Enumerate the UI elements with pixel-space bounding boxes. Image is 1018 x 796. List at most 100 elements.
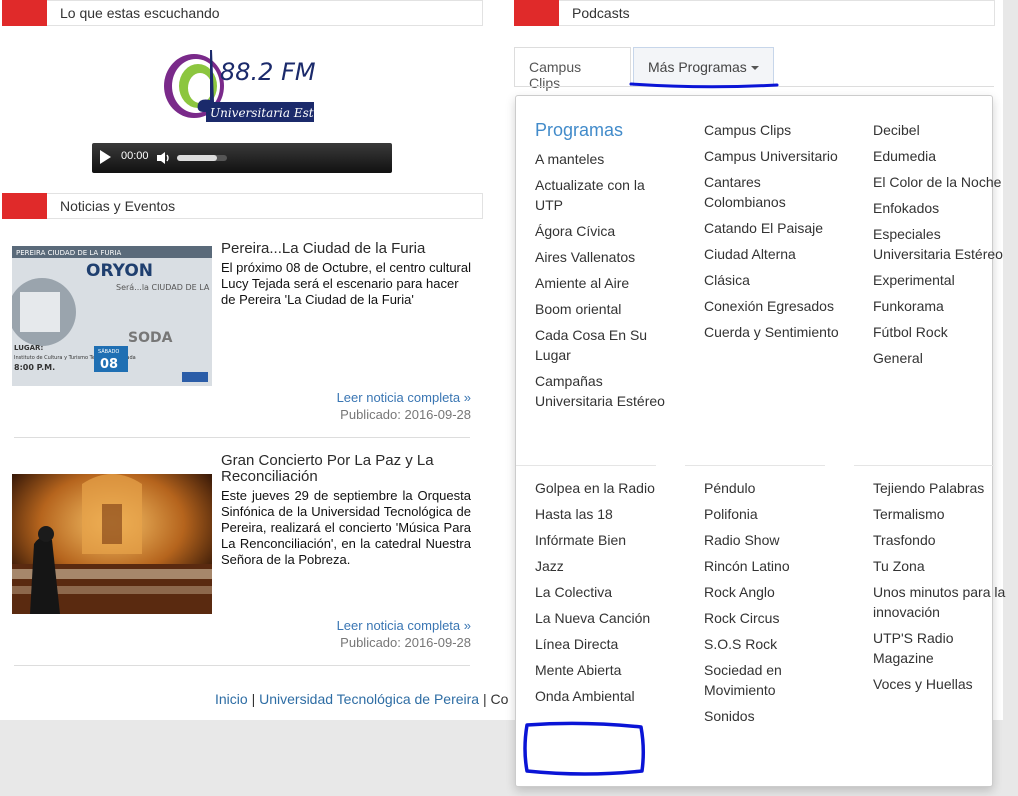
dropdown-item-highlighted[interactable]: Onda Ambiental — [535, 686, 675, 706]
poster-date: 08 — [100, 357, 118, 372]
poster-banner: PEREIRA CIUDAD DE LA FURIA — [16, 249, 122, 257]
player-time: 00:00 — [121, 150, 149, 162]
play-icon[interactable] — [100, 150, 111, 164]
dropdown-item[interactable]: Trasfondo — [873, 530, 1013, 550]
dropdown-item[interactable]: Sonidos — [704, 706, 844, 726]
dropdown-item[interactable]: Experimental — [873, 270, 1013, 290]
section-marker — [2, 0, 47, 26]
logo-frequency: 88.2 FM — [220, 58, 316, 86]
dropdown-item[interactable]: Unos minutos para la innovación — [873, 582, 1013, 622]
radio-logo: 88.2 FM Universitaria Estéreo — [164, 50, 320, 122]
dropdown-item[interactable]: Cuerda y Sentimiento — [704, 322, 844, 342]
dropdown-column-3-top: Decibel Edumedia El Color de la Noche En… — [873, 120, 1013, 374]
poster-band2: SODA — [128, 330, 173, 346]
dropdown-column-3-bottom: Tejiendo Palabras Termalismo Trasfondo T… — [873, 478, 1013, 700]
footer-links: Inicio | Universidad Tecnológica de Pere… — [215, 691, 515, 707]
dropdown-item[interactable]: Rock Anglo — [704, 582, 844, 602]
dropdown-item[interactable]: Edumedia — [873, 146, 1013, 166]
programs-dropdown: Programas A manteles Actualizate con la … — [515, 95, 1005, 787]
dropdown-divider — [685, 465, 825, 466]
poster-band: ORYON — [86, 261, 153, 281]
dropdown-item[interactable]: UTP'S Radio Magazine — [873, 628, 1013, 668]
audio-player: 00:00 — [92, 143, 392, 173]
dropdown-item[interactable]: Polifonia — [704, 504, 844, 524]
dropdown-item[interactable]: Clásica — [704, 270, 844, 290]
logo-subtitle: Universitaria Estéreo — [210, 106, 320, 120]
poster-day: SÁBADO — [98, 348, 119, 355]
dropdown-item[interactable]: Fútbol Rock — [873, 322, 1013, 342]
dropdown-item[interactable]: Campus Universitario — [704, 146, 844, 166]
dropdown-item[interactable]: Ágora Cívica — [535, 221, 675, 241]
dropdown-item[interactable]: Campañas Universitaria Estéreo — [535, 371, 675, 411]
dropdown-item[interactable]: Campus Clips — [704, 120, 844, 140]
dropdown-item[interactable]: Termalismo — [873, 504, 1013, 524]
news-divider — [14, 665, 470, 666]
dropdown-item[interactable]: Voces y Huellas — [873, 674, 1013, 694]
dropdown-item[interactable]: Catando El Paisaje — [704, 218, 844, 238]
dropdown-item[interactable]: Péndulo — [704, 478, 844, 498]
poster-lugar: LUGAR: — [14, 344, 43, 352]
footer-link-university[interactable]: Universidad Tecnológica de Pereira — [259, 691, 479, 707]
poster-tagline: Será...la CIUDAD DE LA FURIA — [116, 283, 212, 292]
dropdown-item[interactable]: Cantares Colombianos — [704, 172, 844, 212]
dropdown-item[interactable]: Mente Abierta — [535, 660, 675, 680]
news-image-concert[interactable] — [12, 474, 212, 614]
published-date: Publicado: 2016-09-28 — [340, 635, 471, 650]
section-header-news: Noticias y Eventos — [2, 193, 483, 219]
section-header-podcasts: Podcasts — [514, 0, 995, 26]
dropdown-column-2-bottom: Péndulo Polifonia Radio Show Rincón Lati… — [704, 478, 844, 732]
dropdown-item[interactable]: Radio Show — [704, 530, 844, 550]
footer-link-truncated[interactable]: Co — [491, 691, 509, 707]
dropdown-item[interactable]: General — [873, 348, 1013, 368]
dropdown-item[interactable]: Tu Zona — [873, 556, 1013, 576]
volume-icon[interactable] — [156, 151, 172, 165]
dropdown-item[interactable]: Tejiendo Palabras — [873, 478, 1013, 498]
footer-separator: | — [482, 691, 487, 707]
dropdown-item[interactable]: Conexión Egresados — [704, 296, 844, 316]
tab-campus-clips[interactable]: Campus Clips — [514, 47, 631, 91]
dropdown-item[interactable]: S.O.S Rock — [704, 634, 844, 654]
dropdown-item[interactable]: Golpea en la Radio — [535, 478, 675, 498]
dropdown-item[interactable]: Decibel — [873, 120, 1013, 140]
dropdown-item[interactable]: Enfokados — [873, 198, 1013, 218]
dropdown-item[interactable]: Boom oriental — [535, 299, 675, 319]
dropdown-item[interactable]: Amiente al Aire — [535, 273, 675, 293]
dropdown-divider — [854, 465, 994, 466]
dropdown-item[interactable]: Rincón Latino — [704, 556, 844, 576]
dropdown-item[interactable]: La Colectiva — [535, 582, 675, 602]
read-more-link[interactable]: Leer noticia completa » — [337, 390, 471, 405]
dropdown-column-1-top: Programas A manteles Actualizate con la … — [535, 120, 675, 417]
dropdown-item[interactable]: Funkorama — [873, 296, 1013, 316]
dropdown-item[interactable]: Jazz — [535, 556, 675, 576]
dropdown-item[interactable]: Sociedad en Movimiento — [704, 660, 844, 700]
dropdown-item[interactable]: Línea Directa — [535, 634, 675, 654]
dropdown-item[interactable]: Especiales Universitaria Estéreo — [873, 224, 1013, 264]
dropdown-item[interactable]: Cada Cosa En Su Lugar — [535, 325, 675, 365]
dropdown-item[interactable]: Aires Vallenatos — [535, 247, 675, 267]
volume-slider[interactable] — [177, 155, 227, 161]
read-more-link[interactable]: Leer noticia completa » — [337, 618, 471, 633]
dropdown-item[interactable]: La Nueva Canción — [535, 608, 675, 628]
dropdown-column-2-top: Campus Clips Campus Universitario Cantar… — [704, 120, 844, 348]
published-date: Publicado: 2016-09-28 — [340, 407, 471, 422]
footer-link-home[interactable]: Inicio — [215, 691, 248, 707]
footer-separator: | — [251, 691, 256, 707]
news-title[interactable]: Gran Concierto Por La Paz y La Reconcili… — [221, 453, 476, 485]
dropdown-item[interactable]: Ciudad Alterna — [704, 244, 844, 264]
dropdown-item[interactable]: El Color de la Noche — [873, 172, 1013, 192]
dropdown-item[interactable]: Infórmate Bien — [535, 530, 675, 550]
news-image-poster[interactable]: PEREIRA CIUDAD DE LA FURIA ORYON Será...… — [12, 246, 212, 386]
dropdown-item[interactable]: A manteles — [535, 149, 675, 169]
dropdown-item[interactable]: Actualizate con la UTP — [535, 175, 675, 215]
section-marker — [2, 193, 47, 219]
news-title[interactable]: Pereira...La Ciudad de la Furia — [221, 241, 476, 257]
tab-label: Más Programas — [648, 59, 747, 75]
dropdown-item[interactable]: Rock Circus — [704, 608, 844, 628]
poster-hour: 8:00 P.M. — [14, 363, 55, 372]
dropdown-column-1-bottom: Golpea en la Radio Hasta las 18 Infórmat… — [535, 478, 675, 712]
dropdown-item[interactable]: Hasta las 18 — [535, 504, 675, 524]
dropdown-heading: Programas — [535, 120, 624, 140]
annotation-box — [523, 721, 646, 776]
volume-fill — [177, 155, 217, 161]
section-title: Lo que estas escuchando — [60, 5, 220, 21]
